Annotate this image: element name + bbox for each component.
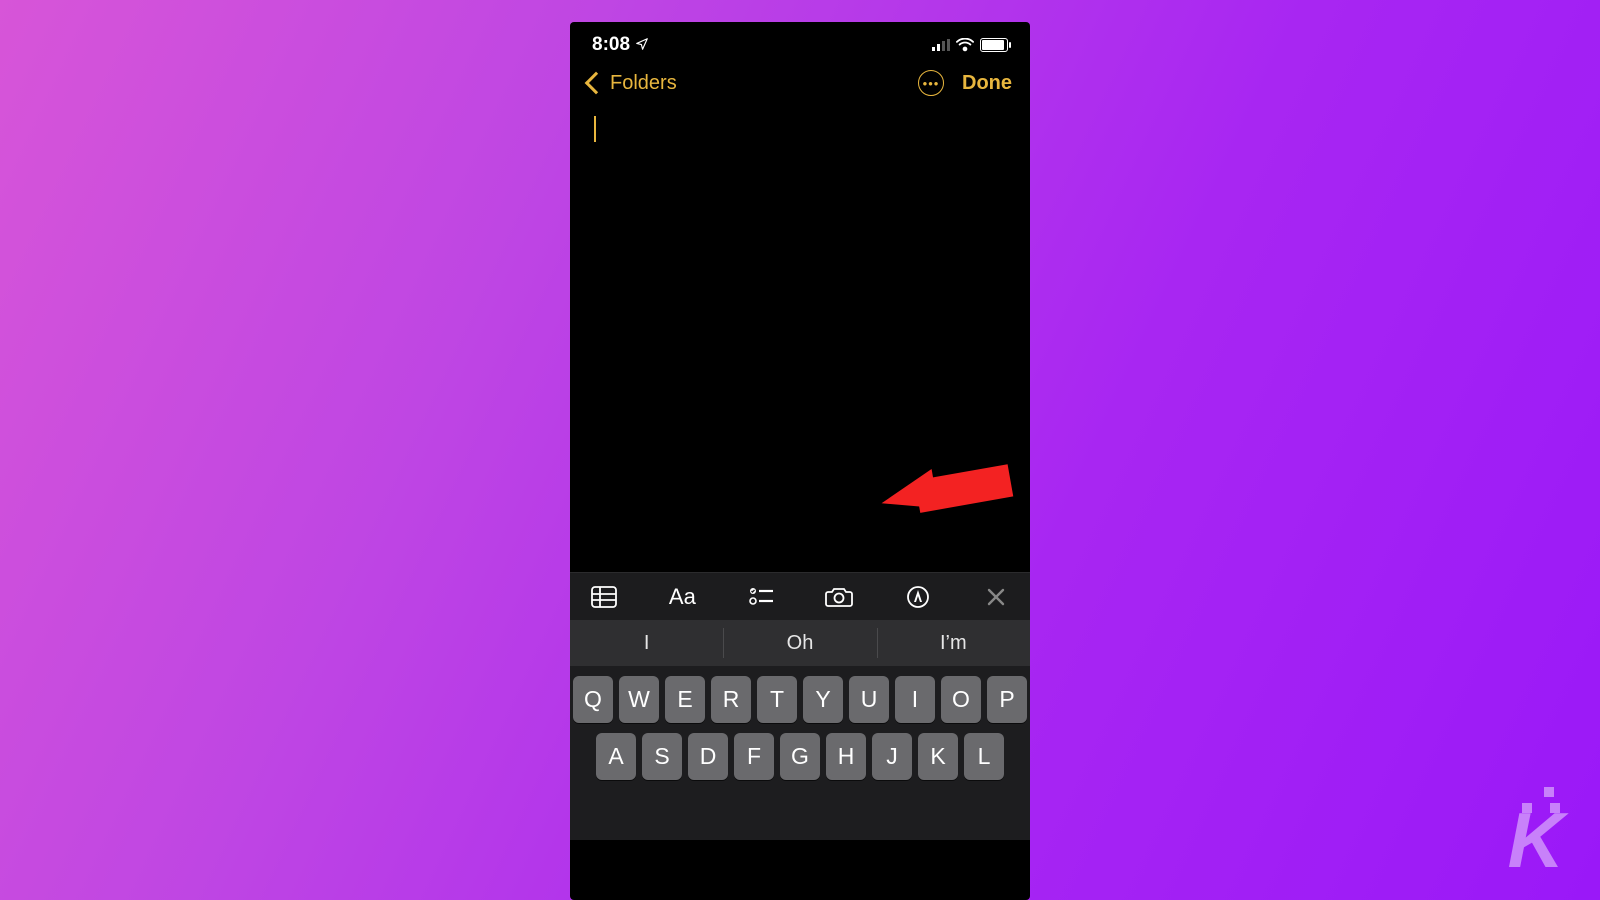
key-t[interactable]: T — [757, 676, 797, 723]
text-cursor — [594, 116, 596, 142]
navigation-bar: Folders ••• Done — [570, 62, 1030, 102]
suggestion-1[interactable]: I — [570, 620, 723, 666]
suggestion-2[interactable]: Oh — [723, 620, 876, 666]
keyboard-row-1: Q W E R T Y U I O P — [576, 676, 1024, 723]
status-time: 8:08 — [592, 34, 649, 56]
key-g[interactable]: G — [780, 733, 820, 780]
text-format-button[interactable]: Aa — [664, 579, 700, 615]
key-e[interactable]: E — [665, 676, 705, 723]
camera-button[interactable] — [821, 579, 857, 615]
cellular-signal-icon — [932, 39, 950, 51]
wifi-icon — [956, 38, 974, 52]
location-services-icon — [635, 37, 649, 51]
screenshot-background: 8:08 Folders ••• Done — [0, 0, 1600, 900]
annotation-arrow — [852, 395, 1030, 596]
key-h[interactable]: H — [826, 733, 866, 780]
battery-icon — [980, 38, 1008, 52]
key-s[interactable]: S — [642, 733, 682, 780]
key-k[interactable]: K — [918, 733, 958, 780]
camera-icon — [825, 586, 853, 608]
key-d[interactable]: D — [688, 733, 728, 780]
key-w[interactable]: W — [619, 676, 659, 723]
phone-frame: 8:08 Folders ••• Done — [570, 22, 1030, 900]
close-toolbar-button[interactable] — [978, 579, 1014, 615]
key-i[interactable]: I — [895, 676, 935, 723]
key-l[interactable]: L — [964, 733, 1004, 780]
suggestion-3[interactable]: I’m — [877, 620, 1030, 666]
checklist-button[interactable] — [743, 579, 779, 615]
more-options-button[interactable]: ••• — [918, 70, 944, 96]
chevron-left-icon — [585, 72, 608, 95]
key-q[interactable]: Q — [573, 676, 613, 723]
back-label: Folders — [610, 72, 677, 95]
key-j[interactable]: J — [872, 733, 912, 780]
key-r[interactable]: R — [711, 676, 751, 723]
key-p[interactable]: P — [987, 676, 1027, 723]
markup-button[interactable] — [900, 579, 936, 615]
key-f[interactable]: F — [734, 733, 774, 780]
key-y[interactable]: Y — [803, 676, 843, 723]
keyboard-suggestions: I Oh I’m — [570, 620, 1030, 666]
checklist-icon — [749, 587, 773, 607]
key-u[interactable]: U — [849, 676, 889, 723]
key-o[interactable]: O — [941, 676, 981, 723]
site-watermark: K — [1508, 785, 1560, 864]
status-bar: 8:08 — [570, 22, 1030, 62]
markup-icon — [906, 585, 930, 609]
note-editor[interactable] — [570, 102, 1030, 572]
back-button[interactable]: Folders — [588, 72, 677, 95]
done-button[interactable]: Done — [962, 72, 1012, 95]
key-a[interactable]: A — [596, 733, 636, 780]
table-icon — [591, 586, 617, 608]
close-icon — [987, 588, 1005, 606]
keyboard-row-2: A S D F G H J K L — [576, 733, 1024, 780]
onscreen-keyboard: Q W E R T Y U I O P A S D F G H J K L — [570, 666, 1030, 840]
table-button[interactable] — [586, 579, 622, 615]
